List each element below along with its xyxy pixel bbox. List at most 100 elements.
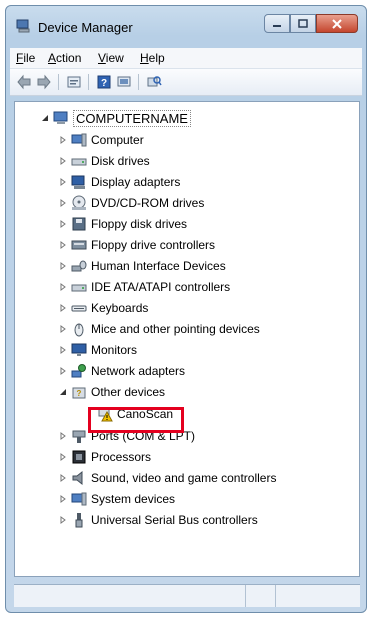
- expand-icon[interactable]: [59, 157, 67, 165]
- tree-item-label: Monitors: [91, 343, 138, 357]
- maximize-button[interactable]: [290, 14, 316, 33]
- tree-item-label: Keyboards: [91, 301, 149, 315]
- forward-icon[interactable]: [36, 74, 52, 90]
- tree-item-label: Computer: [91, 133, 144, 147]
- tree-item-floppy-drive-controllers[interactable]: Floppy drive controllers: [59, 235, 215, 255]
- tree-root-label: COMPUTERNAME: [73, 109, 191, 127]
- tree-item-ports[interactable]: Ports (COM & LPT): [59, 426, 195, 446]
- close-icon: [332, 18, 342, 29]
- tree-item-label: Sound, video and game controllers: [91, 471, 277, 485]
- maximize-icon: [298, 18, 308, 28]
- expand-icon[interactable]: [59, 136, 67, 144]
- tree-item-label: Floppy disk drives: [91, 217, 188, 231]
- expand-icon[interactable]: [59, 262, 67, 270]
- tree-item-network-adapters[interactable]: Network adapters: [59, 361, 185, 381]
- computer-root-icon: [53, 111, 68, 124]
- tree-item-sound-controllers[interactable]: Sound, video and game controllers: [59, 468, 276, 488]
- expand-icon[interactable]: [59, 178, 67, 186]
- tree-item-label: Universal Serial Bus controllers: [91, 513, 258, 527]
- status-bar: [14, 584, 360, 607]
- help-icon[interactable]: ?: [96, 74, 112, 90]
- tree-item-human-interface-devices[interactable]: Human Interface Devices: [59, 256, 226, 276]
- monitor-icon: [71, 343, 87, 356]
- tree-root[interactable]: COMPUTERNAME: [41, 108, 191, 128]
- hid-icon: [71, 260, 87, 272]
- tree-item-computer[interactable]: Computer: [59, 130, 144, 150]
- tree-item-label: Network adapters: [91, 364, 186, 378]
- window-title: Device Manager: [38, 20, 133, 35]
- back-icon[interactable]: [16, 74, 32, 90]
- tree-item-system-devices[interactable]: System devices: [59, 489, 175, 509]
- device-tree[interactable]: COMPUTERNAME Computer Disk drives Displa…: [14, 101, 360, 577]
- expand-icon[interactable]: [59, 453, 67, 461]
- minimize-button[interactable]: [264, 14, 290, 33]
- tree-item-canoscan[interactable]: CanoScan: [93, 404, 173, 424]
- expand-icon[interactable]: [59, 367, 67, 375]
- menu-bar: File Action View Help: [10, 48, 362, 69]
- status-pane: [276, 585, 360, 607]
- properties-icon[interactable]: [66, 74, 82, 90]
- tree-item-label: Mice and other pointing devices: [91, 322, 260, 336]
- expand-icon[interactable]: [59, 474, 67, 482]
- expand-icon[interactable]: [59, 346, 67, 354]
- menu-view[interactable]: View: [98, 51, 124, 65]
- menu-help[interactable]: Help: [140, 51, 165, 65]
- tree-item-dvd-drives[interactable]: DVD/CD-ROM drives: [59, 193, 204, 213]
- tree-item-label: DVD/CD-ROM drives: [91, 196, 205, 210]
- toolbar-separator: [58, 74, 59, 90]
- expand-icon[interactable]: [59, 495, 67, 503]
- tree-item-other-devices[interactable]: ? Other devices: [59, 382, 165, 402]
- ide-controller-icon: [71, 284, 87, 292]
- device-manager-icon: [16, 19, 30, 33]
- disk-drive-icon: [71, 158, 87, 166]
- status-pane: [14, 585, 246, 607]
- display-adapter-icon: [71, 175, 85, 189]
- menu-action[interactable]: Action: [48, 51, 81, 65]
- floppy-controller-icon: [71, 240, 87, 250]
- computer-view-icon[interactable]: [116, 74, 132, 90]
- tree-item-display-adapters[interactable]: Display adapters: [59, 172, 180, 192]
- scan-hardware-icon[interactable]: [146, 74, 162, 90]
- expand-icon[interactable]: [59, 432, 67, 440]
- tree-item-label: Processors: [91, 450, 152, 464]
- tree-item-keyboards[interactable]: Keyboards: [59, 298, 148, 318]
- title-bar[interactable]: Device Manager: [6, 6, 366, 42]
- expand-icon[interactable]: [59, 241, 67, 249]
- network-adapter-icon: [71, 364, 86, 378]
- collapse-icon[interactable]: [59, 388, 67, 396]
- system-device-icon: [71, 492, 87, 506]
- svg-text:?: ?: [77, 389, 82, 398]
- menu-file[interactable]: File: [16, 51, 35, 65]
- tree-item-label: System devices: [91, 492, 176, 506]
- toolbar-separator: [138, 74, 139, 90]
- port-icon: [72, 430, 86, 443]
- tree-item-usb-controllers[interactable]: Universal Serial Bus controllers: [59, 510, 258, 530]
- tree-item-label: Ports (COM & LPT): [91, 429, 196, 443]
- tree-item-label: Other devices: [91, 385, 166, 399]
- close-button[interactable]: [316, 14, 358, 33]
- tree-item-monitors[interactable]: Monitors: [59, 340, 137, 360]
- expand-icon[interactable]: [59, 199, 67, 207]
- minimize-icon: [273, 24, 281, 27]
- mouse-icon: [74, 323, 84, 337]
- collapse-icon[interactable]: [41, 114, 49, 122]
- warning-device-icon: [98, 407, 113, 422]
- tree-item-label: Floppy drive controllers: [91, 238, 216, 252]
- svg-text:?: ?: [101, 78, 107, 89]
- tree-item-processors[interactable]: Processors: [59, 447, 151, 467]
- expand-icon[interactable]: [59, 516, 67, 524]
- tree-item-label: IDE ATA/ATAPI controllers: [91, 280, 231, 294]
- computer-icon: [71, 133, 87, 147]
- keyboard-icon: [71, 305, 87, 312]
- expand-icon[interactable]: [59, 220, 67, 228]
- tree-item-disk-drives[interactable]: Disk drives: [59, 151, 150, 171]
- expand-icon[interactable]: [59, 325, 67, 333]
- tree-item-ide-controllers[interactable]: IDE ATA/ATAPI controllers: [59, 277, 230, 297]
- tree-item-label: Display adapters: [91, 175, 181, 189]
- expand-icon[interactable]: [59, 283, 67, 291]
- tree-item-floppy-disk-drives[interactable]: Floppy disk drives: [59, 214, 187, 234]
- dvd-drive-icon: [72, 195, 86, 210]
- expand-icon[interactable]: [59, 304, 67, 312]
- processor-icon: [72, 450, 86, 464]
- tree-item-mice[interactable]: Mice and other pointing devices: [59, 319, 260, 339]
